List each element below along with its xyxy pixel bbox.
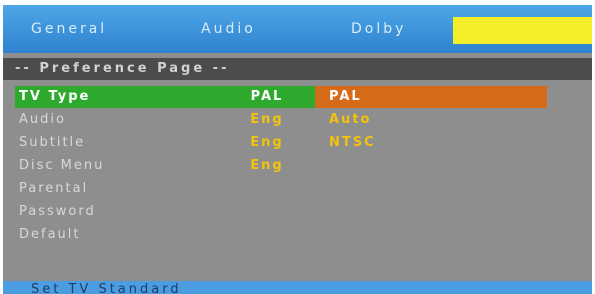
- menu-item-label: Disc Menu: [19, 158, 105, 173]
- menu-item-value: Eng: [250, 112, 284, 127]
- tab-bar: General Audio Dolby: [3, 5, 592, 53]
- status-text: Set TV Standard: [31, 282, 182, 294]
- menu-item-tv-type[interactable]: TV Type PAL: [15, 86, 315, 108]
- menu-item-value: PAL: [250, 89, 284, 104]
- menu-item-label: Audio: [19, 112, 66, 127]
- tab-general[interactable]: General: [31, 18, 107, 40]
- tab-audio[interactable]: Audio: [201, 18, 256, 40]
- option-pal[interactable]: PAL: [315, 86, 547, 108]
- menu-item-disc-menu[interactable]: Disc Menu Eng: [15, 155, 315, 177]
- option-ntsc[interactable]: NTSC: [315, 132, 547, 154]
- osd-screen: General Audio Dolby -- Preference Page -…: [3, 5, 592, 294]
- menu-item-value: Eng: [250, 135, 284, 150]
- page-title: -- Preference Page --: [15, 61, 230, 76]
- tab-dolby[interactable]: Dolby: [351, 18, 406, 40]
- page-title-bar: -- Preference Page --: [3, 58, 592, 80]
- menu-item-password[interactable]: Password: [15, 201, 315, 223]
- menu-item-audio[interactable]: Audio Eng: [15, 109, 315, 131]
- menu-item-label: Parental: [19, 181, 89, 196]
- option-auto[interactable]: Auto: [315, 109, 547, 131]
- menu-item-value: Eng: [250, 158, 284, 173]
- menu-item-default[interactable]: Default: [15, 224, 315, 246]
- menu-item-label: TV Type: [19, 89, 91, 104]
- menu-item-subtitle[interactable]: Subtitle Eng: [15, 132, 315, 154]
- menu-item-parental[interactable]: Parental: [15, 178, 315, 200]
- tab-preference[interactable]: [453, 17, 592, 44]
- status-bar: Set TV Standard: [3, 281, 592, 294]
- menu-item-label: Subtitle: [19, 135, 86, 150]
- menu-item-label: Password: [19, 204, 96, 219]
- menu-item-label: Default: [19, 227, 81, 242]
